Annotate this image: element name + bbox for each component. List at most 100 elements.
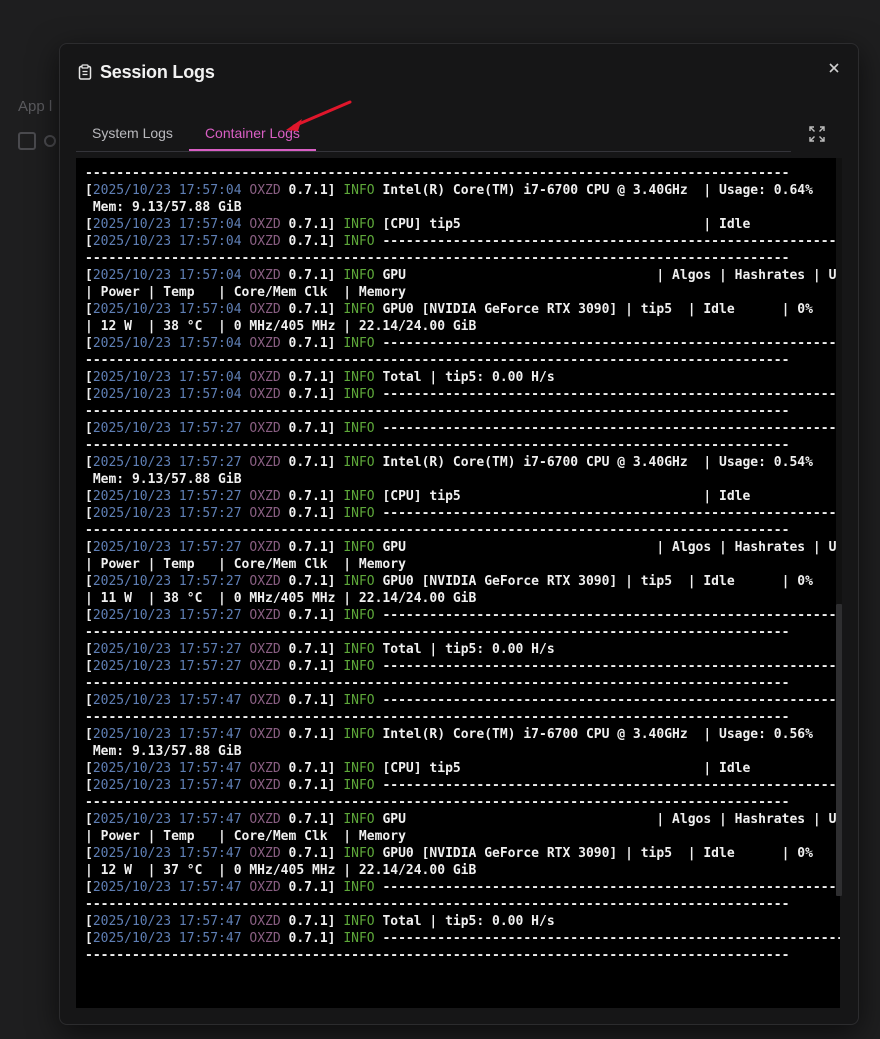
log-text: ----------------------------------------… (85, 625, 790, 640)
log-level: INFO (343, 268, 375, 283)
log-timestamp: 2025/10/23 17:57:47 (92, 727, 242, 742)
log-source: OXZD (249, 642, 281, 657)
log-level: INFO (343, 608, 375, 623)
session-logs-modal: Session Logs System Logs Container Logs … (59, 43, 859, 1025)
log-line: [2025/10/23 17:57:04 OXZD 0.7.1] INFO In… (85, 182, 840, 199)
log-text: ----------------------------------------… (85, 404, 790, 419)
log-version: 0.7.1] (288, 336, 336, 351)
log-timestamp: 2025/10/23 17:57:04 (92, 268, 242, 283)
log-message: ----------------------------------------… (382, 336, 840, 351)
log-source: OXZD (249, 489, 281, 504)
log-version: 0.7.1] (288, 574, 336, 589)
log-source: OXZD (249, 336, 281, 351)
close-icon (829, 63, 839, 73)
log-version: 0.7.1] (288, 812, 336, 827)
log-source: OXZD (249, 659, 281, 674)
log-source: OXZD (249, 812, 281, 827)
log-source: OXZD (249, 183, 281, 198)
log-line: | Power | Temp | Core/Mem Clk | Memory (85, 284, 831, 301)
log-level: INFO (343, 931, 375, 946)
log-timestamp: 2025/10/23 17:57:04 (92, 302, 242, 317)
log-source: OXZD (249, 540, 281, 555)
log-text: ----------------------------------------… (85, 353, 790, 368)
log-timestamp: 2025/10/23 17:57:04 (92, 370, 242, 385)
log-line: [2025/10/23 17:57:04 OXZD 0.7.1] INFO GP… (85, 267, 840, 284)
log-message: GPU0 [NVIDIA GeForce RTX 3090] | tip5 | … (382, 846, 813, 861)
log-line: ----------------------------------------… (85, 896, 831, 913)
log-message: GPU0 [NVIDIA GeForce RTX 3090] | tip5 | … (382, 574, 813, 589)
log-line: | Power | Temp | Core/Mem Clk | Memory (85, 828, 831, 845)
log-message: Intel(R) Core(TM) i7-6700 CPU @ 3.40GHz … (382, 455, 840, 470)
scrollbar-thumb[interactable] (836, 604, 842, 896)
log-timestamp: 2025/10/23 17:57:47 (92, 778, 242, 793)
log-message: ----------------------------------------… (382, 880, 840, 895)
log-line: [2025/10/23 17:57:27 OXZD 0.7.1] INFO --… (85, 420, 840, 437)
log-level: INFO (343, 659, 375, 674)
tab-system-logs[interactable]: System Logs (76, 120, 189, 151)
log-level: INFO (343, 812, 375, 827)
log-line: | 12 W | 37 °C | 0 MHz/405 MHz | 22.14/2… (85, 862, 831, 879)
log-version: 0.7.1] (288, 727, 336, 742)
log-text: Mem: 9.13/57.88 GiB (85, 744, 242, 759)
log-version: 0.7.1] (288, 540, 336, 555)
log-message: ----------------------------------------… (382, 778, 840, 793)
log-line: [2025/10/23 17:57:47 OXZD 0.7.1] INFO GP… (85, 811, 840, 828)
close-button[interactable] (826, 60, 842, 76)
log-line: ----------------------------------------… (85, 709, 831, 726)
log-line: [2025/10/23 17:57:47 OXZD 0.7.1] INFO [C… (85, 761, 751, 776)
log-version: 0.7.1] (288, 642, 336, 657)
log-text: ----------------------------------------… (85, 438, 790, 453)
log-output-panel[interactable]: ----------------------------------------… (76, 158, 840, 1008)
expand-icon (809, 126, 825, 142)
log-version: 0.7.1] (288, 387, 336, 402)
log-timestamp: 2025/10/23 17:57:04 (92, 217, 242, 232)
log-timestamp: 2025/10/23 17:57:27 (92, 489, 242, 504)
log-line: [2025/10/23 17:57:04 OXZD 0.7.1] INFO --… (85, 233, 840, 250)
log-line: ----------------------------------------… (85, 403, 831, 420)
log-line: [2025/10/23 17:57:27 OXZD 0.7.1] INFO To… (85, 642, 555, 657)
log-source: OXZD (249, 846, 281, 861)
log-timestamp: 2025/10/23 17:57:04 (92, 387, 242, 402)
log-level: INFO (343, 387, 375, 402)
scrollbar-track[interactable] (836, 158, 842, 604)
log-level: INFO (343, 234, 375, 249)
background-app-label: App l (18, 98, 53, 115)
log-source: OXZD (249, 217, 281, 232)
log-level: INFO (343, 540, 375, 555)
log-source: OXZD (249, 387, 281, 402)
log-level: INFO (343, 455, 375, 470)
log-text: ----------------------------------------… (85, 523, 790, 538)
log-message: ----------------------------------------… (382, 506, 840, 521)
log-timestamp: 2025/10/23 17:57:04 (92, 183, 242, 198)
log-timestamp: 2025/10/23 17:57:27 (92, 642, 242, 657)
log-level: INFO (343, 761, 375, 776)
log-text: ----------------------------------------… (85, 710, 790, 725)
expand-button[interactable] (808, 125, 826, 143)
log-level: INFO (343, 489, 375, 504)
log-timestamp: 2025/10/23 17:57:27 (92, 506, 242, 521)
log-line: [2025/10/23 17:57:47 OXZD 0.7.1] INFO GP… (85, 846, 813, 861)
log-level: INFO (343, 574, 375, 589)
log-line: [2025/10/23 17:57:47 OXZD 0.7.1] INFO --… (85, 879, 840, 896)
log-text: | Power | Temp | Core/Mem Clk | Memory (85, 557, 406, 572)
log-message: Intel(R) Core(TM) i7-6700 CPU @ 3.40GHz … (382, 183, 840, 198)
log-message: Intel(R) Core(TM) i7-6700 CPU @ 3.40GHz … (382, 727, 840, 742)
log-tabs: System Logs Container Logs (76, 120, 791, 152)
log-level: INFO (343, 846, 375, 861)
log-text: Mem: 9.13/57.88 GiB (85, 200, 242, 215)
log-version: 0.7.1] (288, 421, 336, 436)
log-source: OXZD (249, 608, 281, 623)
tab-container-logs[interactable]: Container Logs (188, 120, 316, 151)
log-line: [2025/10/23 17:57:47 OXZD 0.7.1] INFO To… (85, 914, 555, 929)
log-message: Total | tip5: 0.00 H/s (382, 914, 555, 929)
log-version: 0.7.1] (288, 693, 336, 708)
log-line: [2025/10/23 17:57:27 OXZD 0.7.1] INFO GP… (85, 539, 840, 556)
log-line: ----------------------------------------… (85, 522, 831, 539)
log-source: OXZD (249, 727, 281, 742)
log-text: ----------------------------------------… (85, 251, 790, 266)
log-version: 0.7.1] (288, 659, 336, 674)
log-timestamp: 2025/10/23 17:57:47 (92, 846, 242, 861)
log-source: OXZD (249, 574, 281, 589)
clipboard-icon (78, 64, 92, 80)
log-line: [2025/10/23 17:57:27 OXZD 0.7.1] INFO [C… (85, 489, 751, 504)
